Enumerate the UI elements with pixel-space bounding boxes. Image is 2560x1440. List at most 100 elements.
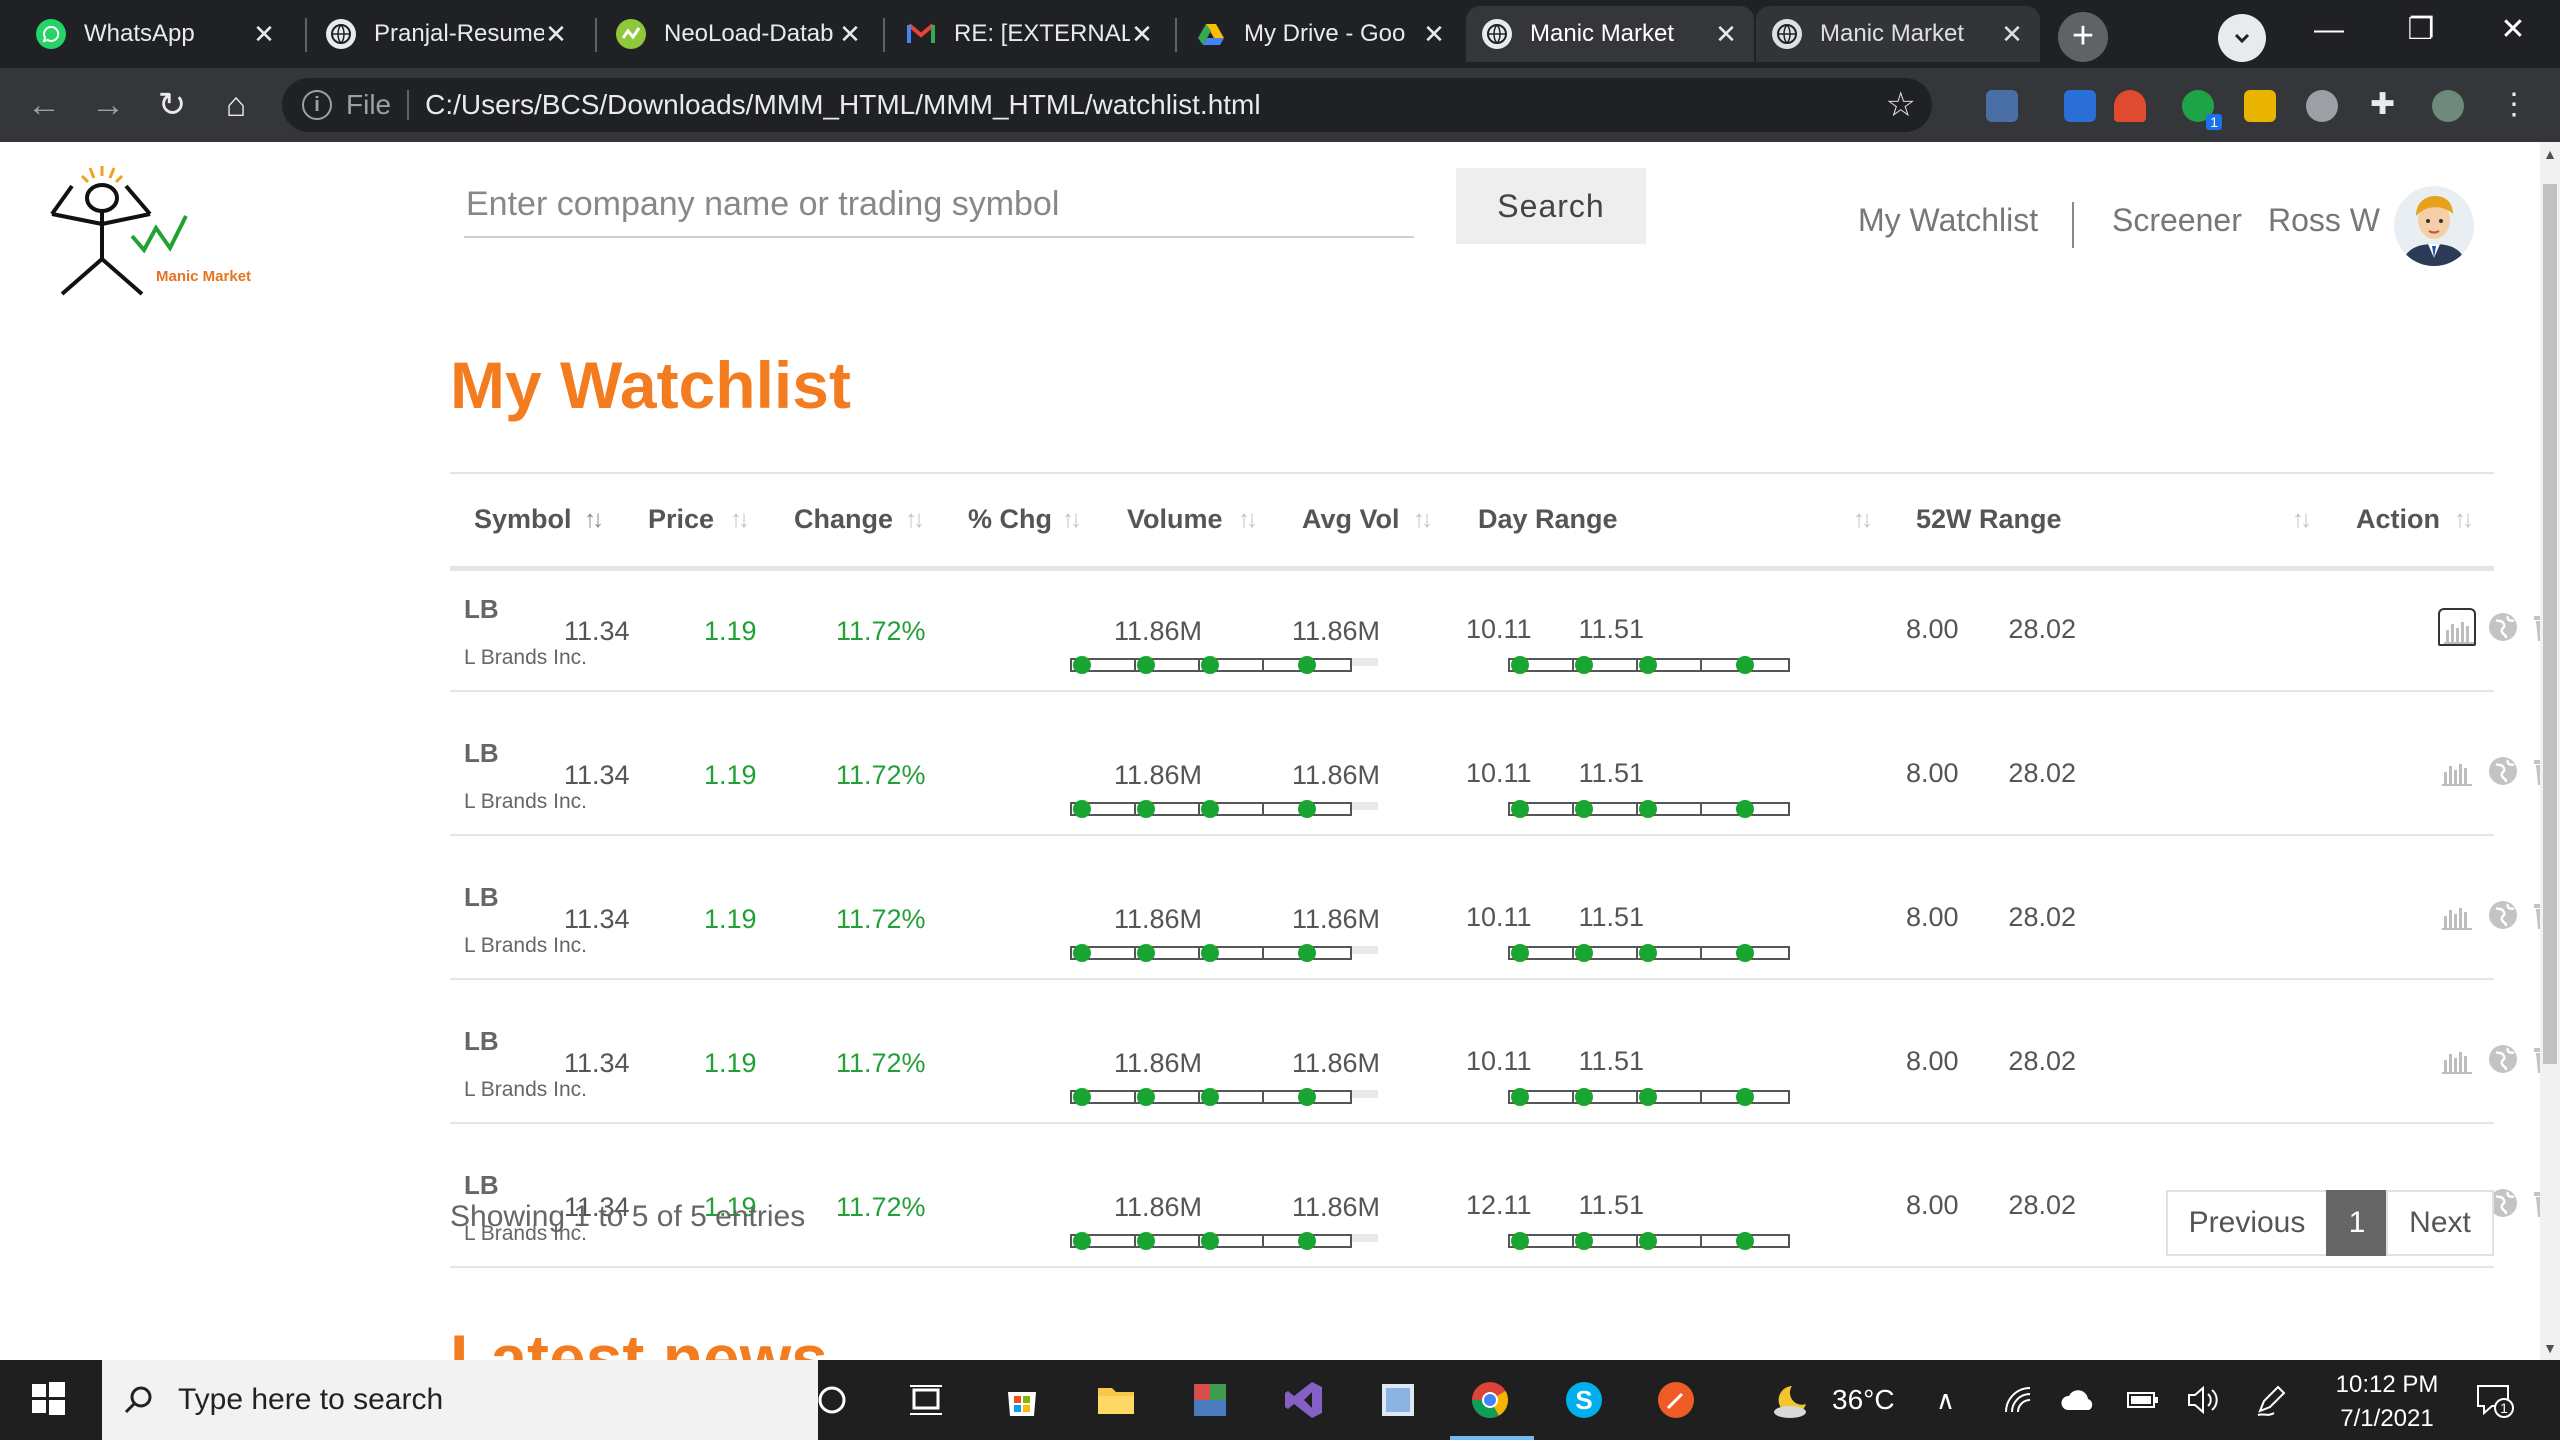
- network-icon[interactable]: [2002, 1360, 2034, 1440]
- extension-icon[interactable]: [2064, 90, 2096, 122]
- col-pct-change[interactable]: % Chg: [968, 504, 1052, 535]
- nav-screener[interactable]: Screener: [2112, 202, 2242, 239]
- bar-chart-icon[interactable]: [2438, 752, 2476, 790]
- close-window-icon[interactable]: ✕: [2468, 0, 2558, 60]
- trash-icon[interactable]: [2526, 608, 2540, 646]
- bookmark-star-icon[interactable]: ☆: [1886, 85, 1916, 125]
- cortana-icon[interactable]: [810, 1378, 854, 1422]
- pagination-page[interactable]: 1: [2326, 1190, 2388, 1256]
- close-tab-icon[interactable]: ✕: [2000, 19, 2024, 50]
- col-volume[interactable]: Volume: [1127, 504, 1223, 535]
- file-explorer-icon[interactable]: [1094, 1378, 1138, 1422]
- bar-chart-icon[interactable]: [2438, 896, 2476, 934]
- sort-icon[interactable]: ↑↓: [730, 506, 750, 534]
- company-search-input[interactable]: [464, 172, 1414, 238]
- pen-ink-icon[interactable]: [2254, 1360, 2288, 1440]
- tab-manic-market[interactable]: Manic Market ✕: [1756, 6, 2040, 62]
- calculator-app-icon[interactable]: [1188, 1378, 1232, 1422]
- extension-icon[interactable]: 1: [2182, 90, 2222, 130]
- task-view-icon[interactable]: [904, 1378, 948, 1422]
- trash-icon[interactable]: [2526, 1040, 2540, 1078]
- pagination-next[interactable]: Next: [2386, 1190, 2494, 1256]
- scrollbar-thumb[interactable]: [2543, 184, 2557, 1064]
- page-scrollbar[interactable]: ▲ ▼: [2540, 142, 2560, 1360]
- windows-start-icon[interactable]: [28, 1378, 72, 1422]
- skype-icon[interactable]: S: [1562, 1378, 1606, 1422]
- scroll-down-icon[interactable]: ▼: [2540, 1340, 2560, 1356]
- sort-icon[interactable]: ↑↓: [1238, 506, 1258, 534]
- tab-pranjal-resume[interactable]: Pranjal-Resume ✕: [310, 6, 584, 62]
- trash-icon[interactable]: [2526, 896, 2540, 934]
- tab-gmail[interactable]: RE: [EXTERNAL] ✕: [890, 6, 1170, 62]
- weather-widget[interactable]: 36°C: [1770, 1360, 1895, 1440]
- tab-neoload[interactable]: NeoLoad-Datab ✕: [600, 6, 878, 62]
- extension-icon[interactable]: [2306, 90, 2338, 122]
- puzzle-extensions-icon[interactable]: ✚: [2370, 90, 2402, 122]
- address-bar[interactable]: i File C:/Users/BCS/Downloads/MMM_HTML/M…: [282, 78, 1932, 132]
- visual-studio-icon[interactable]: [1282, 1378, 1326, 1422]
- col-day-range[interactable]: Day Range: [1478, 504, 1618, 535]
- col-avg-vol[interactable]: Avg Vol: [1302, 504, 1400, 535]
- home-icon[interactable]: ⌂: [214, 84, 258, 128]
- forward-icon[interactable]: →: [86, 84, 130, 128]
- reload-icon[interactable]: ↻: [150, 84, 194, 128]
- close-tab-icon[interactable]: ✕: [1714, 19, 1738, 50]
- notification-center-icon[interactable]: 1: [2474, 1360, 2514, 1440]
- profile-avatar-icon[interactable]: [2432, 90, 2464, 122]
- pagination-previous[interactable]: Previous: [2166, 1190, 2328, 1256]
- minimize-icon[interactable]: —: [2284, 0, 2374, 60]
- new-tab-button[interactable]: +: [2058, 12, 2108, 62]
- col-action[interactable]: Action: [2356, 504, 2440, 535]
- tab-google-drive[interactable]: My Drive - Goo ✕: [1180, 6, 1462, 62]
- sort-icon[interactable]: ↑↓: [1062, 506, 1082, 534]
- trash-icon[interactable]: [2526, 752, 2540, 790]
- bar-chart-icon[interactable]: [2438, 608, 2476, 646]
- onedrive-cloud-icon[interactable]: [2060, 1360, 2096, 1440]
- sort-icon[interactable]: ↑↓: [905, 506, 925, 534]
- globe-icon[interactable]: [2484, 1040, 2522, 1078]
- close-tab-icon[interactable]: ✕: [838, 19, 862, 50]
- close-tab-icon[interactable]: ✕: [1130, 19, 1154, 50]
- system-clock[interactable]: 10:12 PM 7/1/2021: [2318, 1368, 2456, 1436]
- manic-market-logo[interactable]: Manic Market: [44, 164, 251, 304]
- extension-icon[interactable]: [2114, 90, 2146, 122]
- col-52w-range[interactable]: 52W Range: [1916, 504, 2062, 535]
- row-symbol[interactable]: LB: [464, 882, 499, 913]
- sort-icon[interactable]: ↑↓: [584, 506, 604, 534]
- browser-menu-icon[interactable]: ⋮: [2498, 90, 2530, 122]
- trash-icon[interactable]: [2526, 1184, 2540, 1222]
- sort-icon[interactable]: ↑↓: [2292, 506, 2312, 534]
- row-symbol[interactable]: LB: [464, 1026, 499, 1057]
- paint-app-icon[interactable]: [1376, 1378, 1420, 1422]
- close-tab-icon[interactable]: ✕: [544, 19, 568, 50]
- tab-whatsapp[interactable]: WhatsApp ✕: [20, 6, 292, 62]
- back-icon[interactable]: ←: [22, 84, 66, 128]
- close-tab-icon[interactable]: ✕: [252, 19, 276, 50]
- user-avatar[interactable]: [2394, 186, 2474, 266]
- postman-icon[interactable]: [1654, 1378, 1698, 1422]
- bar-chart-icon[interactable]: [2438, 1040, 2476, 1078]
- scroll-up-icon[interactable]: ▲: [2540, 146, 2560, 162]
- globe-icon[interactable]: [2484, 896, 2522, 934]
- tab-manic-market-active[interactable]: Manic Market ✕: [1466, 6, 1754, 62]
- col-symbol[interactable]: Symbol: [474, 504, 572, 535]
- extension-icon[interactable]: [1986, 90, 2018, 122]
- globe-icon[interactable]: [2484, 608, 2522, 646]
- url-text[interactable]: C:/Users/BCS/Downloads/MMM_HTML/MMM_HTML…: [425, 89, 1260, 121]
- restore-icon[interactable]: ❐: [2376, 0, 2466, 60]
- show-hidden-icons-icon[interactable]: ∧: [1936, 1360, 1955, 1440]
- battery-icon[interactable]: [2126, 1360, 2160, 1440]
- row-symbol[interactable]: LB: [464, 1170, 499, 1201]
- col-price[interactable]: Price: [648, 504, 714, 535]
- sort-icon[interactable]: ↑↓: [2454, 506, 2474, 534]
- nav-user-name[interactable]: Ross W: [2268, 202, 2380, 239]
- chrome-icon[interactable]: [1468, 1378, 1528, 1422]
- extension-icon[interactable]: [2244, 90, 2276, 122]
- row-symbol[interactable]: LB: [464, 594, 499, 625]
- row-symbol[interactable]: LB: [464, 738, 499, 769]
- col-change[interactable]: Change: [794, 504, 893, 535]
- site-info-icon[interactable]: i: [302, 90, 332, 120]
- volume-icon[interactable]: [2186, 1360, 2220, 1440]
- sort-icon[interactable]: ↑↓: [1413, 506, 1433, 534]
- nav-my-watchlist[interactable]: My Watchlist: [1858, 202, 2038, 239]
